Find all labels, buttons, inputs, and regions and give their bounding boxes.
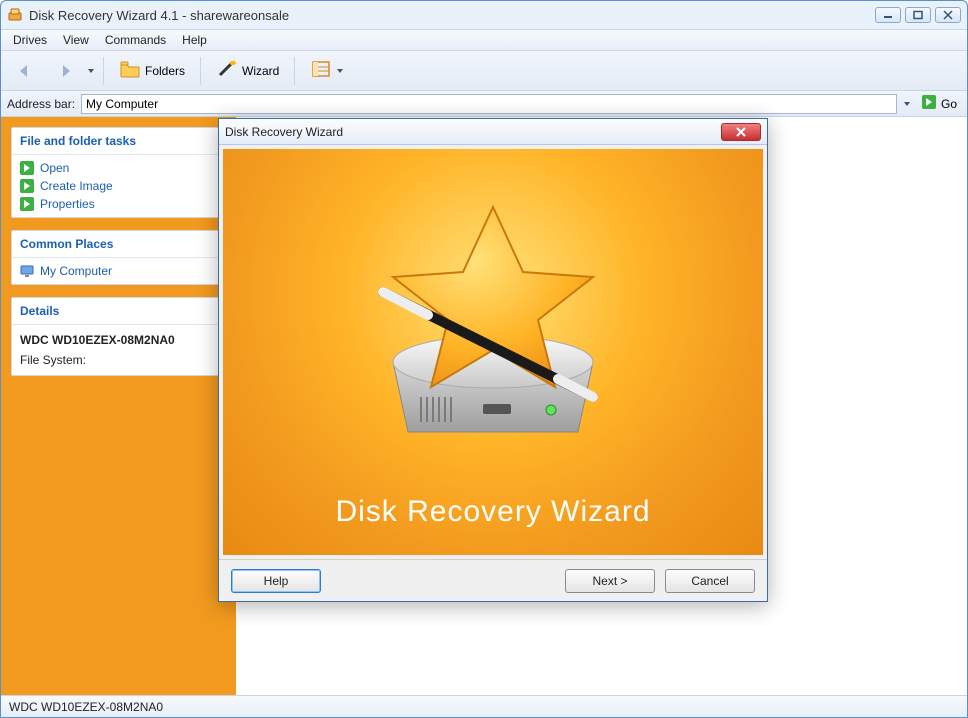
wizard-button[interactable]: Wizard — [209, 56, 286, 86]
task-label: Open — [40, 161, 69, 175]
toolbar: Folders Wizard — [1, 51, 967, 91]
dialog-titlebar[interactable]: Disk Recovery Wizard — [219, 119, 767, 145]
addressbar: Address bar: Go — [1, 91, 967, 117]
common-places-title: Common Places — [12, 231, 225, 258]
view-mode-button[interactable] — [303, 56, 351, 86]
help-button[interactable]: Help — [231, 569, 321, 593]
menu-drives[interactable]: Drives — [7, 31, 53, 49]
dialog-body: Disk Recovery Wizard — [223, 149, 763, 555]
addressbar-label: Address bar: — [7, 97, 75, 111]
next-label: Next > — [592, 574, 627, 588]
window-title: Disk Recovery Wizard 4.1 - sharewareonsa… — [29, 8, 871, 23]
computer-icon — [20, 264, 34, 278]
history-dropdown[interactable] — [87, 64, 95, 78]
minimize-button[interactable] — [875, 7, 901, 23]
wizard-label: Wizard — [242, 64, 279, 78]
menu-help[interactable]: Help — [176, 31, 213, 49]
place-label: My Computer — [40, 264, 112, 278]
hero-illustration — [223, 149, 763, 495]
address-dropdown[interactable] — [903, 97, 911, 111]
task-label: Properties — [40, 197, 95, 211]
go-label: Go — [941, 97, 957, 111]
maximize-button[interactable] — [905, 7, 931, 23]
details-device-name: WDC WD10EZEX-08M2NA0 — [20, 333, 217, 347]
dialog-close-button[interactable] — [721, 123, 761, 141]
address-input[interactable] — [81, 94, 897, 114]
forward-button[interactable] — [47, 56, 83, 86]
toolbar-separator — [103, 57, 104, 85]
close-button[interactable] — [935, 7, 961, 23]
wizard-dialog: Disk Recovery Wizard — [218, 118, 768, 602]
toolbar-separator — [200, 57, 201, 85]
statusbar: WDC WD10EZEX-08M2NA0 — [1, 695, 967, 717]
app-icon — [7, 7, 23, 23]
task-open[interactable]: Open — [20, 161, 217, 175]
details-title: Details — [12, 298, 225, 325]
sidebar: File and folder tasks Open Create Image … — [1, 117, 236, 695]
details-panel: Details WDC WD10EZEX-08M2NA0 File System… — [11, 297, 226, 376]
dialog-heading: Disk Recovery Wizard — [335, 495, 650, 529]
wand-icon — [216, 59, 238, 82]
folders-icon — [119, 59, 141, 82]
back-button[interactable] — [7, 56, 43, 86]
menubar: Drives View Commands Help — [1, 29, 967, 51]
help-label: Help — [264, 574, 289, 588]
arrow-right-icon — [20, 161, 34, 175]
folders-label: Folders — [145, 64, 185, 78]
folders-button[interactable]: Folders — [112, 56, 192, 86]
toolbar-separator — [294, 57, 295, 85]
task-create-image[interactable]: Create Image — [20, 179, 217, 193]
go-button[interactable]: Go — [917, 93, 961, 115]
menu-commands[interactable]: Commands — [99, 31, 172, 49]
app-window: Disk Recovery Wizard 4.1 - sharewareonsa… — [0, 0, 968, 718]
cancel-label: Cancel — [691, 574, 728, 588]
titlebar[interactable]: Disk Recovery Wizard 4.1 - sharewareonsa… — [1, 1, 967, 29]
cancel-button[interactable]: Cancel — [665, 569, 755, 593]
next-button[interactable]: Next > — [565, 569, 655, 593]
dialog-button-row: Help Next > Cancel — [219, 559, 767, 601]
dialog-title: Disk Recovery Wizard — [225, 125, 721, 139]
menu-view[interactable]: View — [57, 31, 95, 49]
file-tasks-panel: File and folder tasks Open Create Image … — [11, 127, 226, 218]
arrow-right-icon — [20, 179, 34, 193]
task-properties[interactable]: Properties — [20, 197, 217, 211]
go-arrow-icon — [921, 94, 937, 113]
statusbar-text: WDC WD10EZEX-08M2NA0 — [9, 700, 163, 714]
place-my-computer[interactable]: My Computer — [20, 264, 217, 278]
arrow-right-icon — [20, 197, 34, 211]
details-fs-label: File System: — [20, 353, 86, 367]
view-icon — [310, 59, 332, 82]
file-tasks-title: File and folder tasks — [12, 128, 225, 155]
task-label: Create Image — [40, 179, 113, 193]
common-places-panel: Common Places My Computer — [11, 230, 226, 285]
